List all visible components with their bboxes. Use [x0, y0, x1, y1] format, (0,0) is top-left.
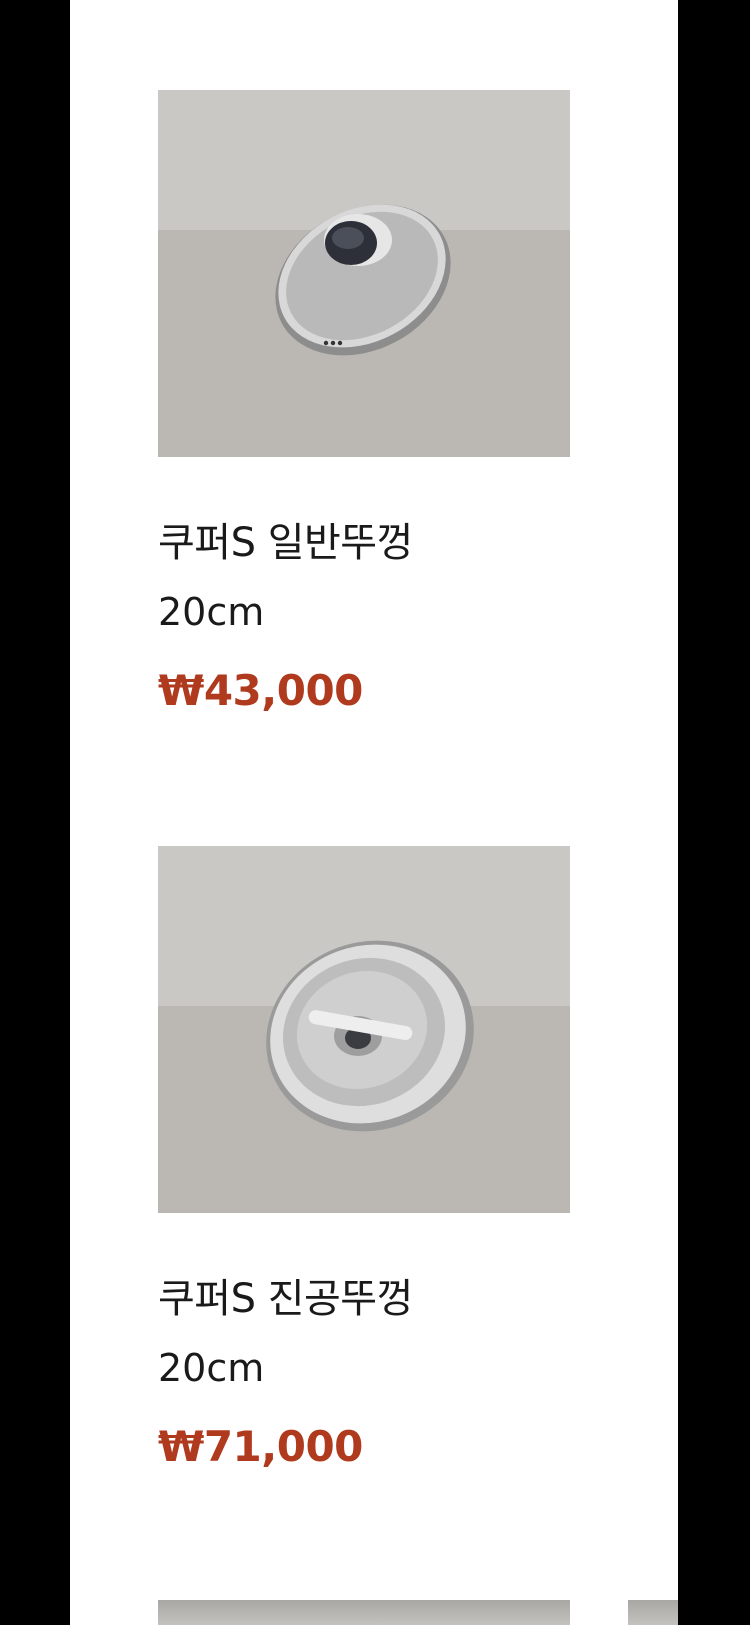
product-grid-page: 쿠퍼S 일반뚜껑 20cm ₩43,000 쿠ㅍ 20 ₩3 쿠퍼S 진공뚜껑 … — [70, 0, 678, 1625]
product-price: ₩43,000 — [158, 666, 363, 715]
product-image[interactable] — [158, 846, 570, 1213]
next-product-image-top[interactable] — [158, 1600, 570, 1625]
product-price: ₩71,000 — [158, 1422, 363, 1471]
product-size: 20cm — [158, 590, 265, 634]
product-title[interactable]: 쿠퍼S 일반뚜껑 — [158, 510, 598, 568]
next-product-image-top[interactable] — [628, 1600, 678, 1625]
product-size: 20cm — [158, 1346, 265, 1390]
product-title[interactable]: 쿠퍼S 진공뚜껑 — [158, 1266, 598, 1324]
product-image[interactable] — [158, 90, 570, 457]
